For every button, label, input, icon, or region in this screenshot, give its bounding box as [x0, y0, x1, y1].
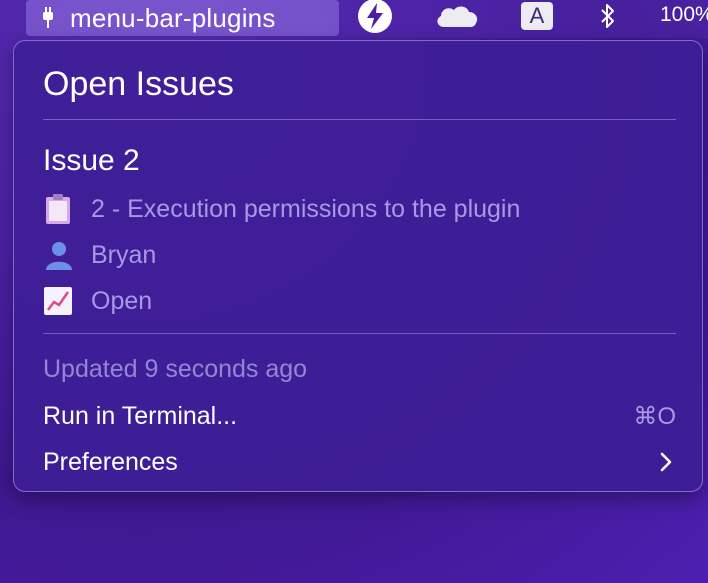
- keyboard-shortcut: ⌘O: [633, 402, 676, 430]
- issue-detail-row[interactable]: Bryan: [43, 239, 156, 271]
- menu-heading: Open Issues: [43, 65, 234, 103]
- bluetooth-icon[interactable]: [596, 0, 620, 32]
- preferences-item[interactable]: Preferences: [43, 445, 676, 479]
- input-source-letter: A: [521, 2, 553, 30]
- lightning-icon[interactable]: [357, 0, 393, 33]
- run-in-terminal-item[interactable]: Run in Terminal... ⌘O: [43, 399, 676, 433]
- battery-percentage[interactable]: 100%: [660, 0, 708, 30]
- issue-assignee: Bryan: [91, 240, 157, 269]
- separator: [43, 119, 676, 120]
- clipboard-icon: [43, 193, 79, 225]
- person-icon: [43, 239, 79, 271]
- issue-detail-row[interactable]: 2 - Execution permissions to the plugin: [43, 193, 520, 225]
- issue-status: Open: [91, 286, 153, 315]
- issue-detail-row[interactable]: Open: [43, 285, 152, 317]
- chevron-right-icon: [656, 450, 676, 474]
- preferences-label: Preferences: [43, 447, 178, 476]
- input-source-icon[interactable]: A: [520, 0, 554, 32]
- dropdown-menu: Open Issues Issue 2 2 - Execution permis…: [13, 40, 703, 492]
- menu-bar-plugins-item[interactable]: menu-bar-plugins: [26, 0, 339, 36]
- chart-up-icon: [43, 285, 79, 317]
- menu-bar-app-title: menu-bar-plugins: [70, 2, 276, 33]
- plug-icon: [40, 6, 56, 30]
- menu-bar: menu-bar-plugins A 100%: [0, 0, 708, 38]
- cloud-icon[interactable]: [434, 0, 480, 32]
- issue-title: Issue 2: [43, 144, 140, 177]
- run-in-terminal-label: Run in Terminal...: [43, 401, 238, 430]
- issue-number-title: 2 - Execution permissions to the plugin: [91, 194, 521, 223]
- separator: [43, 333, 676, 334]
- updated-status: Updated 9 seconds ago: [43, 355, 308, 383]
